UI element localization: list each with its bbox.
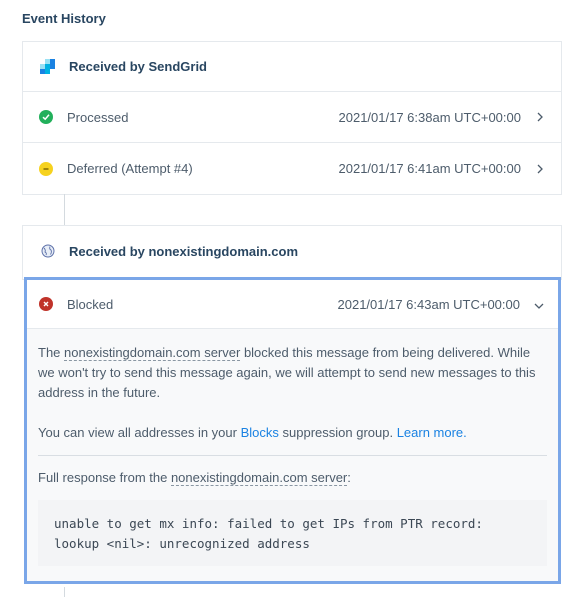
event-time: 2021/01/17 6:41am UTC+00:00 bbox=[338, 161, 522, 176]
event-label: Processed bbox=[67, 109, 129, 125]
timeline-connector bbox=[64, 587, 65, 597]
group-header: Received by SendGrid bbox=[23, 42, 561, 92]
blocks-link[interactable]: Blocks bbox=[241, 425, 279, 440]
event-row-blocked[interactable]: Blocked 2021/01/17 6:43am UTC+00:00 bbox=[27, 280, 558, 329]
chevron-right-icon bbox=[535, 112, 545, 122]
group-header-label: Received by SendGrid bbox=[69, 59, 207, 74]
chevron-right-icon bbox=[535, 164, 545, 174]
event-group-recipient: Received by nonexistingdomain.com bbox=[22, 225, 562, 280]
timeline-connector bbox=[64, 194, 65, 225]
event-row-processed[interactable]: Processed 2021/01/17 6:38am UTC+00:00 bbox=[23, 92, 561, 143]
error-circle-icon bbox=[39, 297, 53, 311]
event-time: 2021/01/17 6:38am UTC+00:00 bbox=[338, 109, 522, 125]
sendgrid-logo-icon bbox=[40, 58, 56, 75]
globe-icon bbox=[40, 243, 56, 259]
group-header-label: Received by nonexistingdomain.com bbox=[69, 243, 298, 259]
blocked-detail-panel: The nonexistingdomain.com server blocked… bbox=[27, 329, 558, 581]
chevron-down-icon[interactable] bbox=[534, 297, 544, 312]
domain-server-tooltip[interactable]: nonexistingdomain.com server bbox=[170, 470, 348, 486]
event-group-sendgrid: Received by SendGrid Processed 2021/01/1… bbox=[22, 41, 562, 195]
event-time: 2021/01/17 6:43am UTC+00:00 bbox=[337, 296, 521, 312]
server-response-code: unable to get mx info: failed to get IPs… bbox=[38, 500, 547, 566]
check-circle-icon bbox=[39, 110, 53, 124]
page-title: Event History bbox=[22, 11, 106, 26]
minus-circle-icon bbox=[39, 161, 53, 176]
response-line: unable to get mx info: failed to get IPs… bbox=[54, 516, 483, 531]
event-label: Deferred (Attempt #4) bbox=[67, 161, 193, 176]
learn-more-link[interactable]: Learn more. bbox=[397, 425, 467, 440]
group-header: Received by nonexistingdomain.com bbox=[23, 226, 561, 276]
full-response-label: Full response from the nonexistingdomain… bbox=[38, 470, 351, 486]
response-line: lookup <nil>: unrecognized address bbox=[54, 536, 310, 551]
divider bbox=[38, 455, 547, 456]
event-row-deferred[interactable]: Deferred (Attempt #4) 2021/01/17 6:41am … bbox=[23, 143, 561, 194]
domain-server-tooltip[interactable]: nonexistingdomain.com server bbox=[64, 345, 241, 361]
event-label: Blocked bbox=[67, 296, 114, 312]
blocked-explanation: The nonexistingdomain.com server blocked… bbox=[38, 345, 536, 400]
suppression-note: You can view all addresses in your Block… bbox=[38, 425, 467, 440]
blocked-event-expanded: Blocked 2021/01/17 6:43am UTC+00:00 The … bbox=[24, 277, 561, 584]
